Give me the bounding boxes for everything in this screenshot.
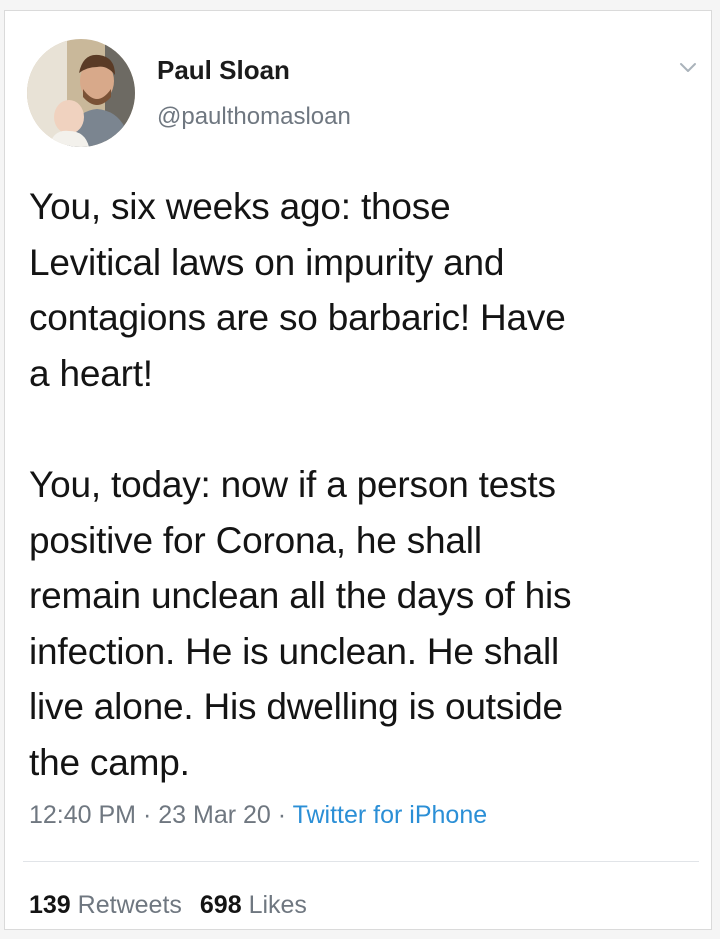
meta-separator: · — [142, 801, 152, 829]
likes-count: 698 — [199, 891, 242, 919]
chevron-down-icon[interactable] — [677, 56, 699, 78]
likes-stat[interactable]: 698 Likes — [200, 891, 307, 919]
avatar-image — [27, 39, 135, 147]
retweets-count: 139 — [29, 891, 71, 919]
user-handle[interactable]: @paulthomasloan — [157, 103, 351, 131]
tweet-date[interactable]: 23 Mar 20 — [158, 801, 271, 829]
tweet-card: Paul Sloan @paulthomasloan You, six week… — [4, 10, 712, 930]
likes-label: Likes — [248, 891, 307, 919]
retweets-stat[interactable]: 139 Retweets — [29, 891, 182, 919]
tweet-metadata: 12:40 PM · 23 Mar 20 · Twitter for iPhon… — [29, 801, 487, 830]
tweet-paragraph: You, today: now if a person tests positi… — [29, 464, 572, 783]
tweet-time[interactable]: 12:40 PM — [29, 801, 136, 829]
divider — [23, 861, 699, 862]
tweet-text: You, six weeks ago: those Levitical laws… — [29, 179, 709, 790]
tweet-stats: 139 Retweets 698 Likes — [29, 891, 307, 920]
display-name[interactable]: Paul Sloan — [157, 55, 290, 86]
tweet-paragraph: You, six weeks ago: those Levitical laws… — [29, 186, 566, 394]
retweets-label: Retweets — [77, 891, 182, 919]
tweet-source-link[interactable]: Twitter for iPhone — [293, 801, 488, 829]
meta-separator: · — [277, 801, 287, 829]
avatar[interactable] — [27, 39, 135, 147]
